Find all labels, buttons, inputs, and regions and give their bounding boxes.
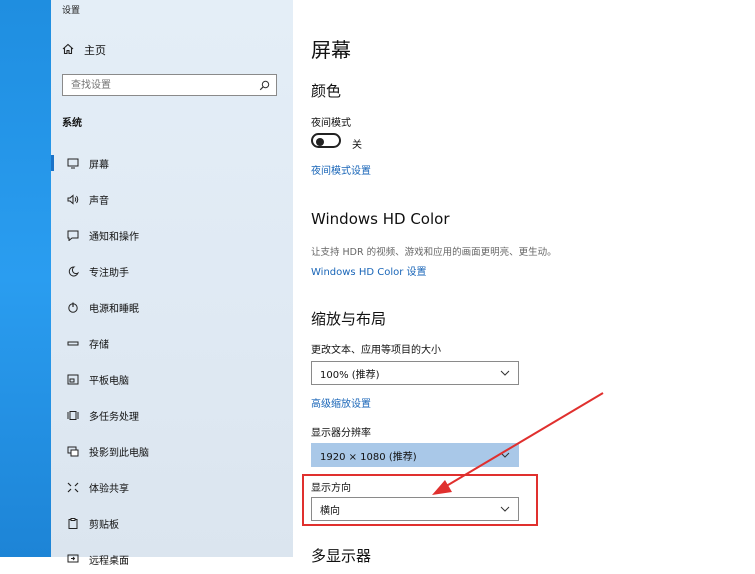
sidebar-item-label: 屏幕 (89, 159, 109, 171)
home-label: 主页 (84, 44, 106, 57)
chevron-down-icon (500, 368, 510, 379)
home-nav[interactable]: 主页 (62, 40, 106, 60)
sidebar-item-12[interactable]: 远程桌面 (51, 544, 293, 574)
hdr-settings-link[interactable]: Windows HD Color 设置 (311, 263, 427, 278)
sidebar-section-title: 系统 (62, 118, 82, 129)
sidebar-item-10[interactable]: 体验共享 (51, 472, 293, 502)
sidebar-item-label: 远程桌面 (89, 555, 129, 567)
monitor-icon (63, 158, 83, 169)
speaker-icon (63, 193, 83, 205)
hdr-heading: Windows HD Color (311, 210, 450, 228)
scale-heading: 缩放与布局 (311, 310, 387, 328)
multitask-icon (63, 410, 83, 421)
remote-icon (63, 554, 83, 565)
storage-icon (63, 338, 83, 349)
advanced-scaling-link[interactable]: 高级缩放设置 (311, 395, 371, 410)
desktop-background (0, 0, 51, 557)
sidebar-item-label: 体验共享 (89, 483, 129, 495)
sidebar-item-9[interactable]: 投影到此电脑 (51, 436, 293, 466)
sidebar-item-8[interactable]: 多任务处理 (51, 400, 293, 430)
night-mode-label: 夜间模式 (311, 118, 351, 129)
night-mode-settings-link[interactable]: 夜间模式设置 (311, 162, 371, 177)
sidebar-item-3[interactable]: 通知和操作 (51, 220, 293, 250)
notification-icon (63, 230, 83, 241)
hdr-description: 让支持 HDR 的视频、游戏和应用的画面更明亮、更生动。 (311, 247, 557, 258)
night-mode-state: 关 (352, 140, 362, 151)
sidebar-item-label: 剪贴板 (89, 519, 119, 531)
sidebar-item-label: 声音 (89, 195, 109, 207)
window-title: 设置 (62, 6, 81, 16)
text-size-label: 更改文本、应用等项目的大小 (311, 345, 441, 356)
sidebar-item-7[interactable]: 平板电脑 (51, 364, 293, 394)
chevron-down-icon (500, 450, 510, 461)
sidebar-item-4[interactable]: 专注助手 (51, 256, 293, 286)
text-size-dropdown[interactable]: 100% (推荐) (311, 361, 519, 385)
sidebar-item-1[interactable]: 屏幕 (51, 148, 293, 178)
toggle-knob (316, 137, 324, 146)
sidebar-item-label: 多任务处理 (89, 411, 139, 423)
sidebar-item-label: 专注助手 (89, 267, 129, 279)
resolution-label: 显示器分辨率 (311, 428, 371, 439)
clipboard-icon (63, 517, 83, 529)
sidebar-item-label: 电源和睡眠 (89, 303, 139, 315)
share-icon (63, 482, 83, 493)
tablet-icon (63, 374, 83, 385)
search-icon[interactable] (259, 76, 270, 95)
page-title: 屏幕 (311, 38, 351, 62)
multi-display-heading: 多显示器 (311, 547, 372, 565)
power-icon (63, 302, 83, 313)
search-input[interactable] (69, 78, 243, 92)
sidebar-item-label: 投影到此电脑 (89, 447, 149, 459)
resolution-dropdown[interactable]: 1920 × 1080 (推荐) (311, 443, 519, 467)
project-icon (63, 446, 83, 457)
sidebar-item-label: 平板电脑 (89, 375, 129, 387)
sidebar-item-2[interactable]: 声音 (51, 184, 293, 214)
text-size-value: 100% (推荐) (320, 369, 380, 381)
night-mode-toggle[interactable] (311, 133, 341, 148)
sidebar-item-label: 通知和操作 (89, 231, 139, 243)
resolution-value: 1920 × 1080 (推荐) (320, 451, 417, 463)
sidebar-item-11[interactable]: 剪贴板 (51, 508, 293, 538)
search-box[interactable] (62, 74, 277, 96)
color-heading: 颜色 (311, 82, 342, 100)
home-icon (62, 43, 74, 58)
moon-icon (63, 265, 83, 277)
sidebar-item-label: 存储 (89, 339, 109, 351)
sidebar-item-5[interactable]: 电源和睡眠 (51, 292, 293, 322)
sidebar-item-6[interactable]: 存储 (51, 328, 293, 358)
annotation-highlight-box (302, 474, 538, 526)
